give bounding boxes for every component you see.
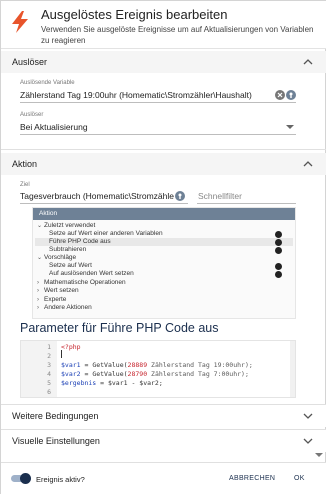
code-line: $var2 = GetValue(28790 Zählerstand Tag 7… <box>61 370 249 378</box>
target-label: Ziel <box>20 182 30 188</box>
divider <box>1 149 326 150</box>
trigger-section-label: Auslöser <box>12 57 48 67</box>
info-icon[interactable] <box>275 271 282 278</box>
quickfilter-input[interactable]: Schnellfilter <box>198 191 242 201</box>
code-line: $ergebnis = $var1 - $var2; <box>61 379 163 387</box>
scroll-down-icon[interactable] <box>315 452 323 458</box>
tree-group[interactable]: › Experte <box>37 296 66 303</box>
tree-item[interactable]: Auf auslösenden Wert setzen <box>49 270 134 277</box>
code-line: <?php <box>61 343 81 351</box>
trigger-section-header[interactable]: Auslöser <box>1 51 326 73</box>
object-tree-icon[interactable] <box>175 191 185 201</box>
lightning-bolt-icon <box>12 11 28 33</box>
info-icon[interactable] <box>275 231 282 238</box>
line-number: 5 <box>47 379 51 387</box>
cancel-button[interactable]: ABBRECHEN <box>229 475 275 482</box>
action-tree[interactable]: Aktion ⌄ Zuletzt verwendet Setze auf Wert… <box>32 207 296 319</box>
line-number: 2 <box>47 352 51 360</box>
info-icon[interactable] <box>275 263 282 270</box>
tree-group[interactable]: › Mathematische Operationen <box>37 279 126 286</box>
target-field[interactable]: Tagesverbrauch (Homematic\Stromzähler\Ha <box>20 191 174 201</box>
visual-settings-header[interactable]: Visuelle Einstellungen <box>1 430 326 452</box>
target-underline <box>20 203 188 204</box>
dialog-header: Ausgelöstes Ereignis bearbeiten Verwende… <box>1 1 326 49</box>
chevron-down-icon[interactable] <box>301 409 315 423</box>
trigger-type-select[interactable]: Bei Aktualisierung <box>20 122 260 132</box>
chevron-up-icon[interactable] <box>301 157 315 171</box>
action-section-label: Aktion <box>12 159 38 169</box>
chevron-down-icon[interactable] <box>301 434 315 448</box>
action-section-header[interactable]: Aktion <box>1 153 326 175</box>
trigger-variable-field[interactable]: Zählerstand Tag 19:00uhr (Homematic\Stro… <box>20 90 270 100</box>
line-number: 1 <box>47 343 51 351</box>
trigger-variable-underline <box>20 102 296 103</box>
action-tree-header-label: Aktion <box>39 210 58 217</box>
visual-settings-label: Visuelle Einstellungen <box>12 436 100 446</box>
ok-button[interactable]: OK <box>294 475 305 482</box>
tree-item[interactable]: Setze auf Wert <box>49 262 92 269</box>
quickfilter-underline <box>197 203 296 204</box>
tree-group[interactable]: › Wert setzen <box>37 287 79 294</box>
trigger-type-label: Auslöser <box>20 112 44 118</box>
info-icon[interactable] <box>275 239 282 246</box>
code-scrollbar[interactable] <box>290 341 295 397</box>
dropdown-arrow-icon[interactable] <box>286 124 294 130</box>
edit-event-dialog: Ausgelöstes Ereignis bearbeiten Verwende… <box>0 0 326 494</box>
action-tree-header: Aktion <box>33 208 295 220</box>
active-toggle-knob[interactable] <box>20 473 31 484</box>
tree-item[interactable]: Subtrahieren <box>49 246 86 253</box>
line-number: 4 <box>47 370 51 378</box>
text-cursor <box>61 350 62 358</box>
dialog-footer: Ereignis aktiv? ABBRECHEN OK <box>1 462 326 494</box>
object-tree-icon[interactable] <box>286 90 296 100</box>
dialog-title: Ausgelöstes Ereignis bearbeiten <box>41 7 228 22</box>
php-code-editor[interactable]: 1 <?php 2 3 $var1 = GetValue(28889 Zähle… <box>20 340 296 398</box>
clear-icon[interactable] <box>275 90 285 100</box>
more-conditions-label: Weitere Bedingungen <box>12 411 99 421</box>
code-line: $var1 = GetValue(28889 Zählerstand Tag 1… <box>61 361 253 369</box>
tree-group[interactable]: › Andere Aktionen <box>37 304 92 311</box>
dialog-subtitle: Verwenden Sie ausgelöste Ereignisse um a… <box>41 25 314 45</box>
info-icon[interactable] <box>275 247 282 254</box>
tree-item-selected[interactable]: Führe PHP Code aus <box>49 238 111 245</box>
parameters-title: Parameter für Führe PHP Code aus <box>20 321 219 335</box>
tree-group-suggestions[interactable]: ⌄ Vorschläge <box>37 254 76 261</box>
chevron-up-icon[interactable] <box>301 55 315 69</box>
trigger-variable-label: Auslösende Variable <box>20 80 75 86</box>
more-conditions-header[interactable]: Weitere Bedingungen <box>1 405 326 427</box>
active-toggle-label: Ereignis aktiv? <box>36 475 85 484</box>
trigger-type-underline <box>20 134 296 135</box>
line-number: 6 <box>47 388 51 396</box>
tree-group-recent[interactable]: ⌄ Zuletzt verwendet <box>37 222 95 229</box>
line-number: 3 <box>47 361 51 369</box>
tree-item[interactable]: Setze auf Wert einer anderen Variablen <box>49 230 163 237</box>
